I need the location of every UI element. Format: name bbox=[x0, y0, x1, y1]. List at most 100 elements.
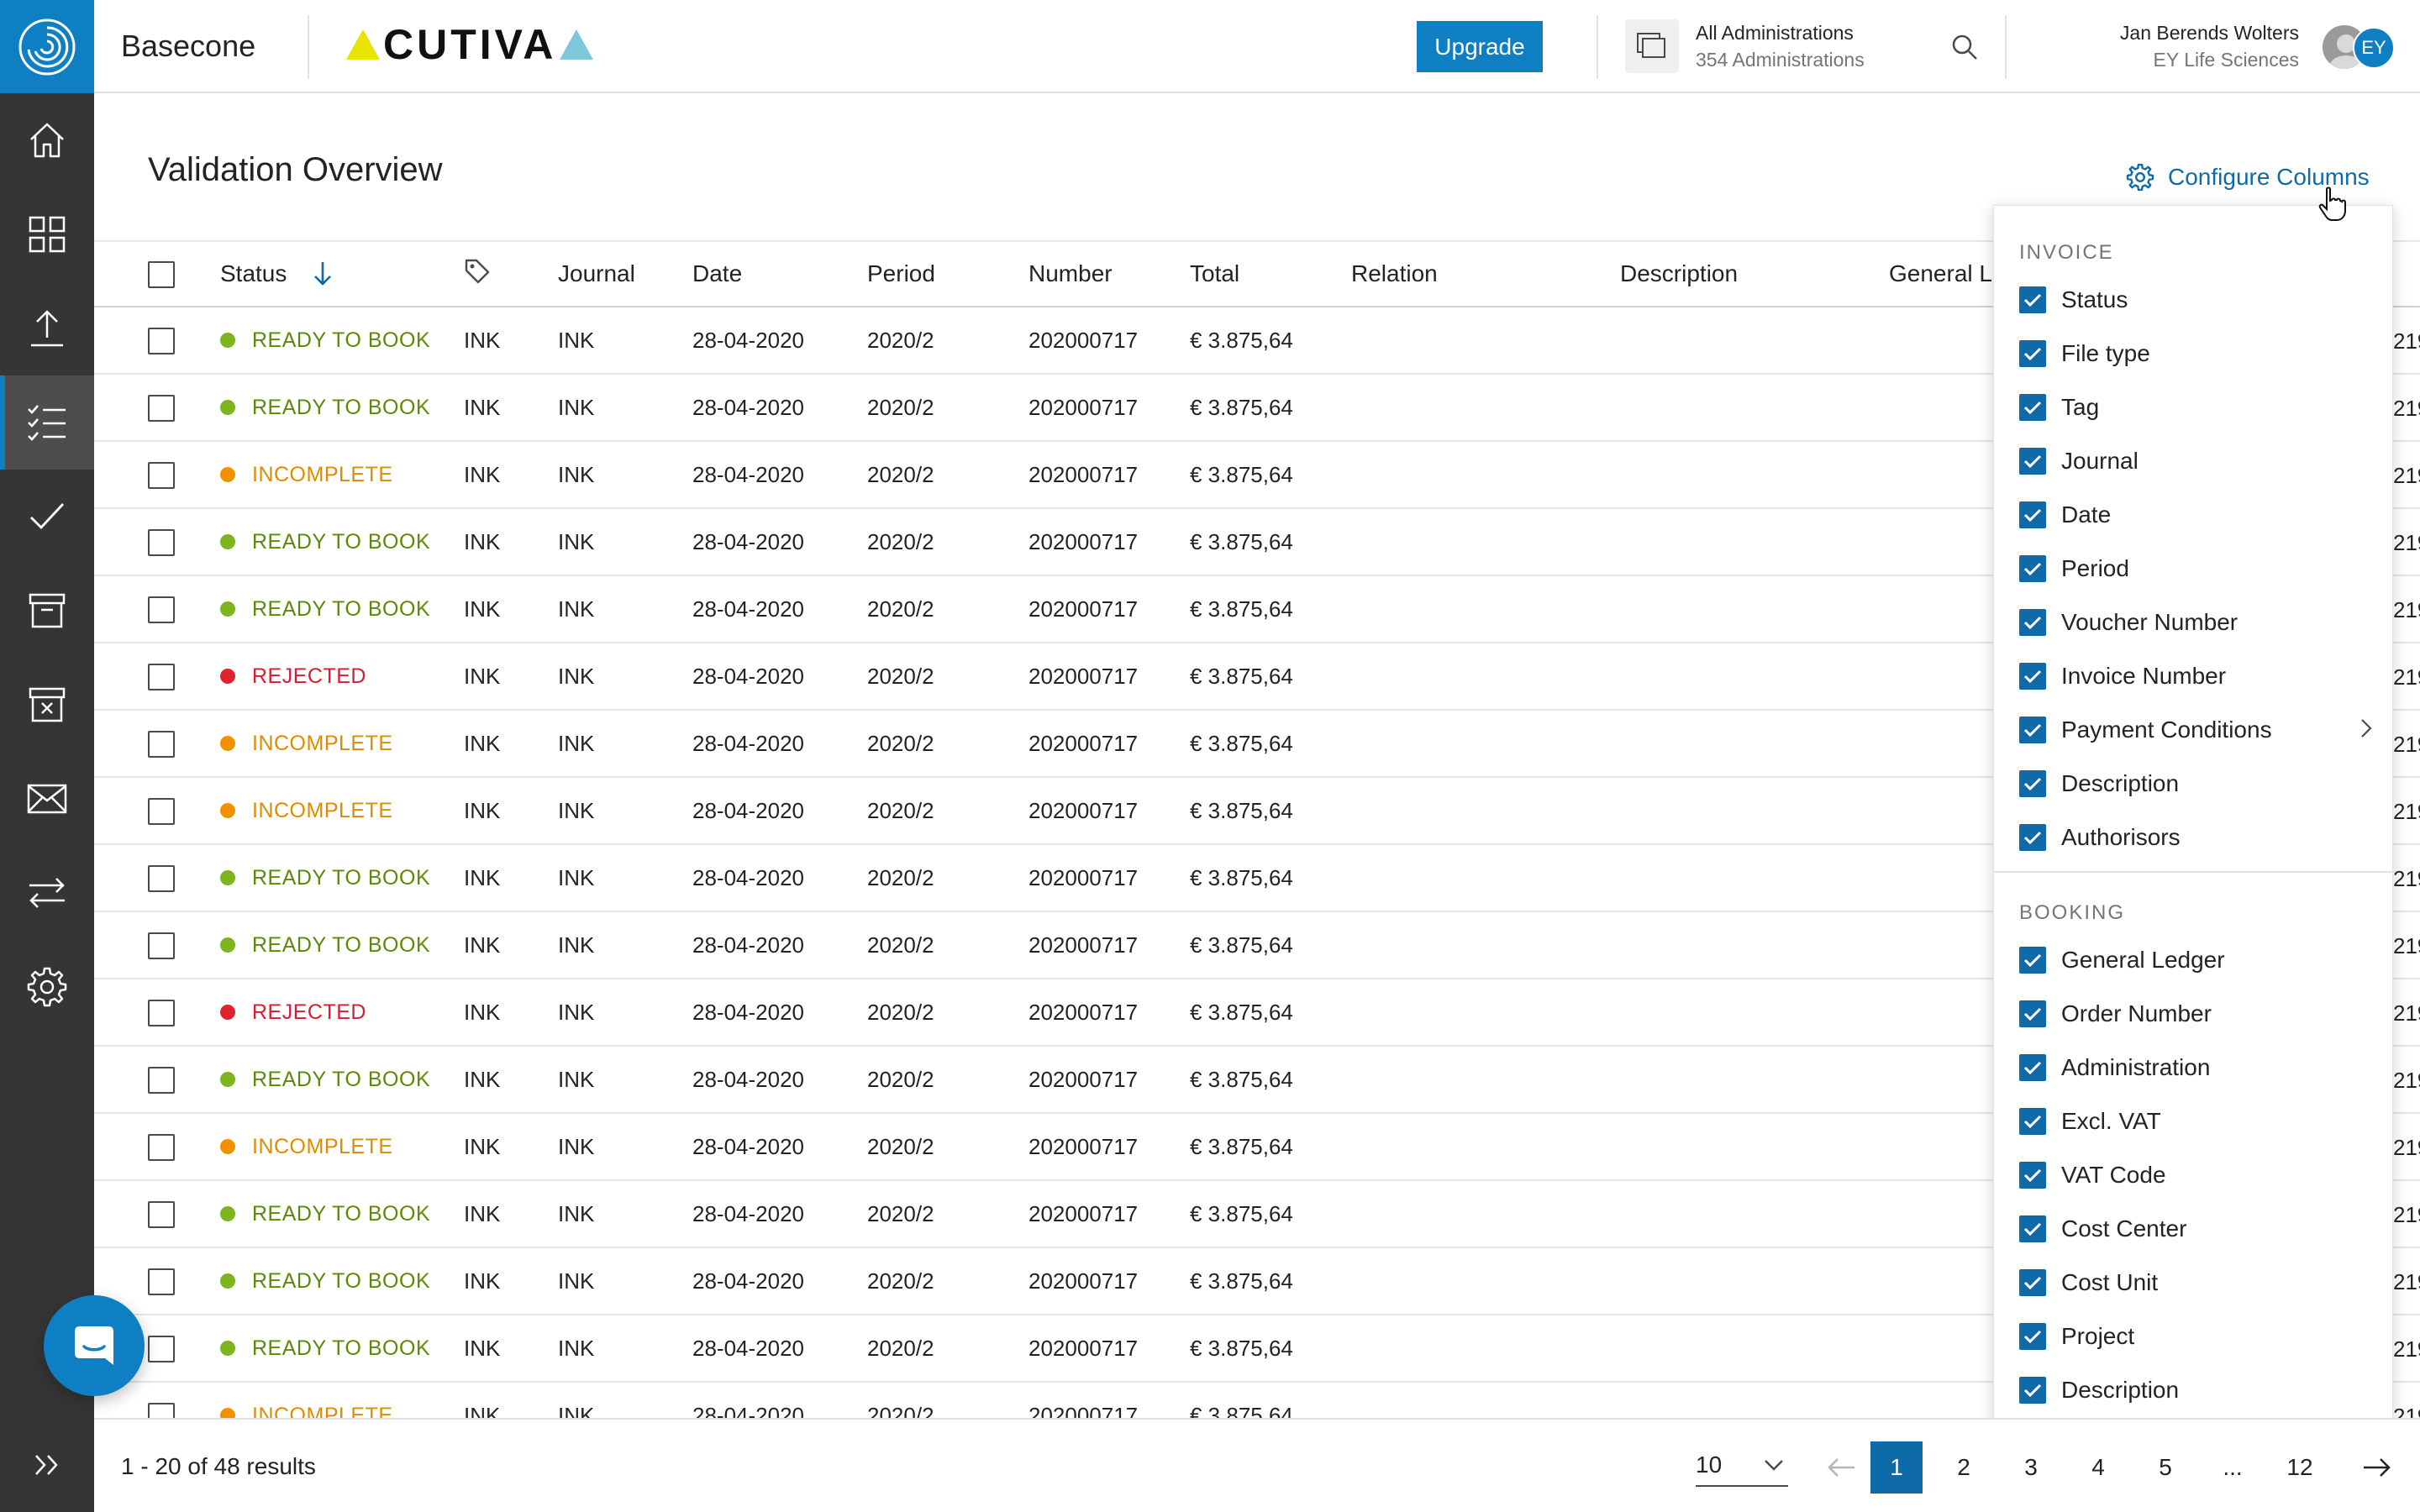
page-button[interactable]: 12 bbox=[2274, 1441, 2326, 1494]
sort-descending-icon[interactable] bbox=[312, 260, 334, 287]
row-checkbox[interactable] bbox=[148, 461, 175, 489]
column-header-relation[interactable]: Relation bbox=[1351, 240, 1620, 307]
user-name[interactable]: Jan Berends Wolters bbox=[2120, 22, 2299, 45]
column-option-checkbox[interactable] bbox=[2019, 1269, 2046, 1296]
column-option-checkbox[interactable] bbox=[2019, 394, 2046, 421]
page-button[interactable]: 3 bbox=[2005, 1441, 2057, 1494]
administrations-icon[interactable] bbox=[1625, 19, 1679, 73]
archive-icon[interactable] bbox=[0, 564, 94, 658]
upload-icon[interactable] bbox=[0, 281, 94, 375]
column-option-checkbox[interactable] bbox=[2019, 1215, 2046, 1242]
next-page-icon[interactable] bbox=[2351, 1441, 2403, 1494]
column-option[interactable]: Description bbox=[2019, 759, 2381, 809]
mail-icon[interactable] bbox=[0, 752, 94, 846]
row-checkbox[interactable] bbox=[148, 327, 175, 354]
column-option[interactable]: Order Number bbox=[2019, 989, 2381, 1039]
page-button[interactable]: 5 bbox=[2139, 1441, 2191, 1494]
column-header-tag[interactable] bbox=[464, 240, 558, 307]
upgrade-button[interactable]: Upgrade bbox=[1417, 21, 1543, 72]
column-option[interactable]: Voucher Number bbox=[2019, 597, 2381, 648]
column-option-checkbox[interactable] bbox=[2019, 717, 2046, 743]
administration-selector-title[interactable]: All Administrations bbox=[1696, 22, 1854, 45]
page-button[interactable]: 4 bbox=[2072, 1441, 2124, 1494]
column-option-checkbox[interactable] bbox=[2019, 340, 2046, 367]
column-option-checkbox[interactable] bbox=[2019, 1323, 2046, 1350]
status-cell: INCOMPLETE bbox=[220, 777, 464, 845]
column-header-description[interactable]: Description bbox=[1620, 240, 1889, 307]
per-page-select[interactable]: 10 bbox=[1696, 1445, 1788, 1487]
row-checkbox[interactable] bbox=[148, 528, 175, 556]
column-option-checkbox[interactable] bbox=[2019, 609, 2046, 636]
row-checkbox[interactable] bbox=[148, 730, 175, 758]
column-header-period[interactable]: Period bbox=[867, 240, 1028, 307]
basecone-logo-icon[interactable] bbox=[0, 0, 94, 93]
column-option[interactable]: Cost Center bbox=[2019, 1204, 2381, 1254]
expand-sidebar-icon[interactable] bbox=[0, 1418, 94, 1512]
column-option[interactable]: Excl. VAT bbox=[2019, 1096, 2381, 1147]
column-option-checkbox[interactable] bbox=[2019, 1054, 2046, 1081]
dashboard-icon[interactable] bbox=[0, 187, 94, 281]
row-checkbox[interactable] bbox=[148, 999, 175, 1026]
organization-avatar[interactable]: EY bbox=[2353, 27, 2395, 69]
row-checkbox[interactable] bbox=[148, 797, 175, 825]
row-checkbox[interactable] bbox=[148, 1066, 175, 1094]
column-header-date[interactable]: Date bbox=[692, 240, 867, 307]
home-icon[interactable] bbox=[0, 93, 94, 187]
settings-icon[interactable] bbox=[0, 940, 94, 1034]
search-icon[interactable] bbox=[1949, 32, 1980, 62]
column-header-number[interactable]: Number bbox=[1028, 240, 1190, 307]
chat-support-button[interactable] bbox=[44, 1295, 145, 1396]
column-option-checkbox[interactable] bbox=[2019, 947, 2046, 974]
row-checkbox[interactable] bbox=[148, 394, 175, 422]
page-button[interactable]: 2 bbox=[1938, 1441, 1990, 1494]
chevron-right-icon[interactable] bbox=[2360, 718, 2372, 738]
column-option[interactable]: Date bbox=[2019, 490, 2381, 540]
column-header-status[interactable]: Status bbox=[220, 240, 464, 307]
row-checkbox[interactable] bbox=[148, 1200, 175, 1228]
column-option[interactable]: Authorisors bbox=[2019, 812, 2381, 863]
column-option-checkbox[interactable] bbox=[2019, 555, 2046, 582]
transfer-icon[interactable] bbox=[0, 846, 94, 940]
column-option[interactable]: Tag bbox=[2019, 382, 2381, 433]
previous-page-icon[interactable] bbox=[1815, 1441, 1867, 1494]
select-all-checkbox[interactable] bbox=[148, 260, 175, 288]
column-option[interactable]: Journal bbox=[2019, 436, 2381, 486]
column-option[interactable]: General Ledger bbox=[2019, 935, 2381, 985]
column-option-checkbox[interactable] bbox=[2019, 770, 2046, 797]
column-header-journal[interactable]: Journal bbox=[558, 240, 692, 307]
row-checkbox[interactable] bbox=[148, 932, 175, 959]
column-option[interactable]: Cost Unit bbox=[2019, 1257, 2381, 1308]
column-option-checkbox[interactable] bbox=[2019, 1162, 2046, 1189]
column-option-checkbox[interactable] bbox=[2019, 824, 2046, 851]
row-checkbox[interactable] bbox=[148, 1133, 175, 1161]
column-option-checkbox[interactable] bbox=[2019, 286, 2046, 313]
column-option[interactable]: Project bbox=[2019, 1311, 2381, 1362]
row-checkbox[interactable] bbox=[148, 1268, 175, 1295]
column-option-checkbox[interactable] bbox=[2019, 501, 2046, 528]
column-option[interactable]: File type bbox=[2019, 328, 2381, 379]
column-option[interactable]: Payment Conditions bbox=[2019, 705, 2381, 755]
row-checkbox[interactable] bbox=[148, 1335, 175, 1362]
column-option[interactable]: VAT Code bbox=[2019, 1150, 2381, 1200]
column-option[interactable]: Description bbox=[2019, 1365, 2381, 1415]
row-checkbox[interactable] bbox=[148, 864, 175, 892]
column-option-checkbox[interactable] bbox=[2019, 1377, 2046, 1404]
overflow-cell: 219 bbox=[2393, 396, 2420, 421]
column-option-checkbox[interactable] bbox=[2019, 448, 2046, 475]
archive-remove-icon[interactable] bbox=[0, 658, 94, 752]
column-option-checkbox[interactable] bbox=[2019, 1108, 2046, 1135]
row-checkbox[interactable] bbox=[148, 596, 175, 623]
tag-cell: INK bbox=[464, 844, 558, 912]
column-header-total[interactable]: Total bbox=[1190, 240, 1351, 307]
column-option-checkbox[interactable] bbox=[2019, 663, 2046, 690]
column-option[interactable]: Status bbox=[2019, 275, 2381, 325]
page-button[interactable]: 1 bbox=[1870, 1441, 1923, 1494]
column-option[interactable]: Invoice Number bbox=[2019, 651, 2381, 701]
check-icon[interactable] bbox=[0, 470, 94, 564]
row-checkbox[interactable] bbox=[148, 1402, 175, 1418]
column-option[interactable]: Period bbox=[2019, 543, 2381, 594]
column-option[interactable]: Administration bbox=[2019, 1042, 2381, 1093]
validation-list-icon[interactable] bbox=[0, 375, 94, 470]
row-checkbox[interactable] bbox=[148, 663, 175, 690]
column-option-checkbox[interactable] bbox=[2019, 1000, 2046, 1027]
